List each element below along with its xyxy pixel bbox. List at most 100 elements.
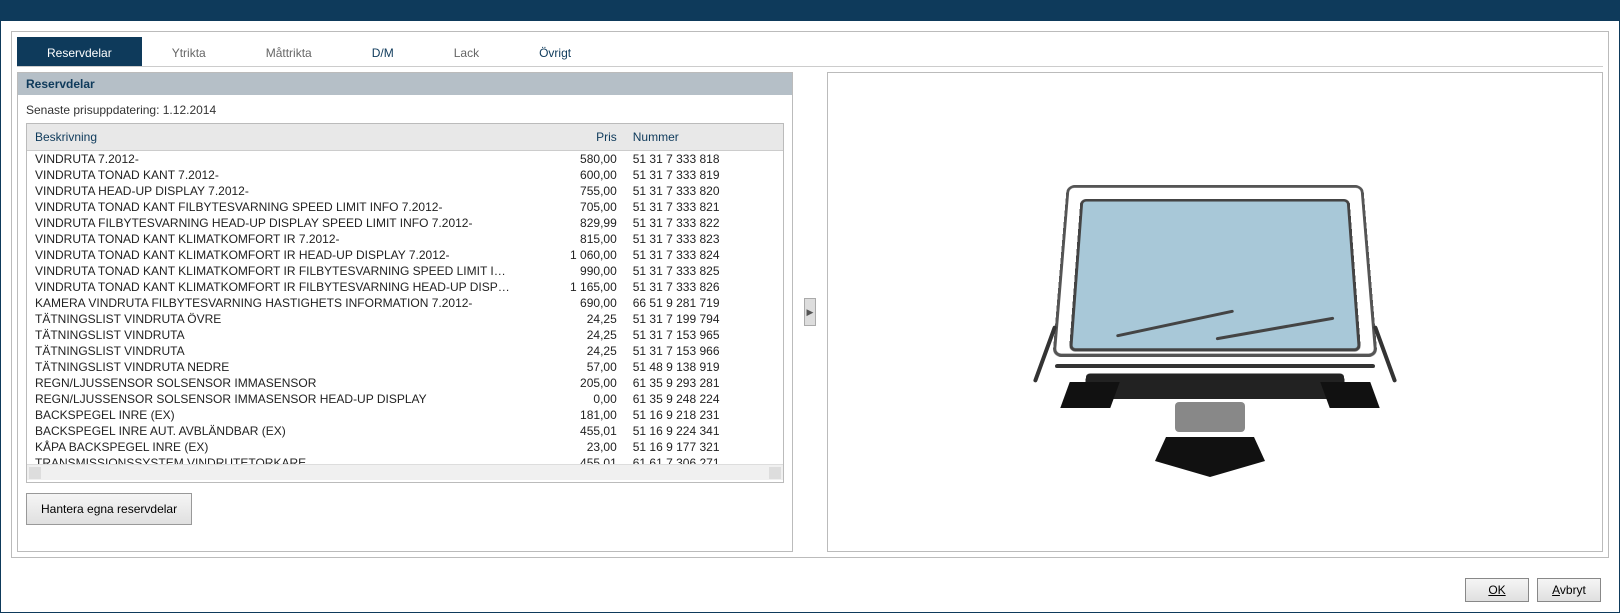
col-header-description[interactable]: Beskrivning (27, 124, 519, 151)
cell-number: 51 31 7 333 826 (625, 279, 783, 295)
table-row[interactable]: TÄTNINGSLIST VINDRUTA24,2551 31 7 153 96… (27, 343, 783, 359)
cell-price: 181,00 (519, 407, 624, 423)
ok-button[interactable]: OK (1465, 578, 1529, 602)
panel-body: Senaste prisuppdatering: 1.12.2014 Beskr… (18, 95, 792, 533)
tab-lack[interactable]: Lack (424, 37, 509, 66)
cell-price: 23,00 (519, 439, 624, 455)
cell-price: 755,00 (519, 183, 624, 199)
title-bar[interactable] (1, 1, 1619, 21)
cell-price: 705,00 (519, 199, 624, 215)
cell-price: 24,25 (519, 327, 624, 343)
cell-description: KÅPA BACKSPEGEL INRE (EX) (27, 439, 519, 455)
diagram-panel (827, 72, 1603, 552)
cell-number: 51 31 7 153 966 (625, 343, 783, 359)
cell-price: 455,01 (519, 455, 624, 464)
windshield-diagram (1005, 152, 1425, 472)
cell-description: KAMERA VINDRUTA FILBYTESVARNING HASTIGHE… (27, 295, 519, 311)
cell-description: REGN/LJUSSENSOR SOLSENSOR IMMASENSOR (27, 375, 519, 391)
cell-description: VINDRUTA TONAD KANT KLIMATKOMFORT IR FIL… (27, 263, 519, 279)
table-row[interactable]: VINDRUTA TONAD KANT 7.2012-600,0051 31 7… (27, 167, 783, 183)
table-row[interactable]: VINDRUTA TONAD KANT FILBYTESVARNING SPEE… (27, 199, 783, 215)
cell-description: TÄTNINGSLIST VINDRUTA (27, 343, 519, 359)
cell-description: VINDRUTA TONAD KANT KLIMATKOMFORT IR 7.2… (27, 231, 519, 247)
cell-number: 51 31 7 333 823 (625, 231, 783, 247)
price-update-label: Senaste prisuppdatering: 1.12.2014 (26, 103, 784, 117)
cell-price: 1 165,00 (519, 279, 624, 295)
cell-description: VINDRUTA TONAD KANT KLIMATKOMFORT IR FIL… (27, 279, 519, 295)
table-row[interactable]: TÄTNINGSLIST VINDRUTA24,2551 31 7 153 96… (27, 327, 783, 343)
cell-price: 600,00 (519, 167, 624, 183)
table-row[interactable]: KAMERA VINDRUTA FILBYTESVARNING HASTIGHE… (27, 295, 783, 311)
cell-description: BACKSPEGEL INRE (EX) (27, 407, 519, 423)
cell-price: 690,00 (519, 295, 624, 311)
cell-description: TRANSMISSIONSSYSTEM VINDRUTETORKARE (27, 455, 519, 464)
main-frame: ReservdelarYtriktaMåttriktaD/MLackÖvrigt… (11, 31, 1609, 558)
cell-number: 51 48 9 138 919 (625, 359, 783, 375)
manage-own-parts-button[interactable]: Hantera egna reservdelar (26, 493, 192, 525)
table-row[interactable]: TÄTNINGSLIST VINDRUTA ÖVRE24,2551 31 7 1… (27, 311, 783, 327)
cell-price: 815,00 (519, 231, 624, 247)
parts-table-scroll[interactable]: Beskrivning Pris Nummer VINDRUTA 7.2012-… (27, 124, 783, 464)
table-row[interactable]: TÄTNINGSLIST VINDRUTA NEDRE57,0051 48 9 … (27, 359, 783, 375)
cell-number: 66 51 9 281 719 (625, 295, 783, 311)
cell-price: 0,00 (519, 391, 624, 407)
cell-number: 51 31 7 333 820 (625, 183, 783, 199)
parts-table-wrap: Beskrivning Pris Nummer VINDRUTA 7.2012-… (26, 123, 784, 483)
cell-description: VINDRUTA FILBYTESVARNING HEAD-UP DISPLAY… (27, 215, 519, 231)
cell-description: TÄTNINGSLIST VINDRUTA (27, 327, 519, 343)
cell-description: REGN/LJUSSENSOR SOLSENSOR IMMASENSOR HEA… (27, 391, 519, 407)
cell-description: TÄTNINGSLIST VINDRUTA ÖVRE (27, 311, 519, 327)
cell-price: 580,00 (519, 151, 624, 168)
col-header-number[interactable]: Nummer (625, 124, 783, 151)
table-row[interactable]: VINDRUTA TONAD KANT KLIMATKOMFORT IR HEA… (27, 247, 783, 263)
cell-price: 205,00 (519, 375, 624, 391)
col-header-price[interactable]: Pris (519, 124, 624, 151)
cell-number: 51 31 7 333 824 (625, 247, 783, 263)
cell-number: 61 35 9 248 224 (625, 391, 783, 407)
cell-price: 24,25 (519, 311, 624, 327)
table-row[interactable]: VINDRUTA TONAD KANT KLIMATKOMFORT IR FIL… (27, 279, 783, 295)
cell-price: 990,00 (519, 263, 624, 279)
collapse-right-button[interactable]: ▶ (804, 298, 816, 326)
table-row[interactable]: KÅPA BACKSPEGEL INRE (EX)23,0051 16 9 17… (27, 439, 783, 455)
table-row[interactable]: VINDRUTA TONAD KANT KLIMATKOMFORT IR 7.2… (27, 231, 783, 247)
dialog-window: ReservdelarYtriktaMåttriktaD/MLackÖvrigt… (0, 0, 1620, 613)
cell-number: 51 16 9 224 341 (625, 423, 783, 439)
cell-number: 51 31 7 333 819 (625, 167, 783, 183)
tab-mttrikta[interactable]: Måttrikta (236, 37, 342, 66)
cell-description: BACKSPEGEL INRE AUT. AVBLÄNDBAR (EX) (27, 423, 519, 439)
tab-reservdelar[interactable]: Reservdelar (17, 37, 142, 66)
table-row[interactable]: VINDRUTA TONAD KANT KLIMATKOMFORT IR FIL… (27, 263, 783, 279)
cell-number: 51 31 7 199 794 (625, 311, 783, 327)
tab-ytrikta[interactable]: Ytrikta (142, 37, 236, 66)
parts-panel: Reservdelar Senaste prisuppdatering: 1.1… (17, 72, 793, 552)
cell-description: VINDRUTA TONAD KANT FILBYTESVARNING SPEE… (27, 199, 519, 215)
cell-number: 51 31 7 333 822 (625, 215, 783, 231)
cell-price: 455,01 (519, 423, 624, 439)
table-row[interactable]: BACKSPEGEL INRE AUT. AVBLÄNDBAR (EX)455,… (27, 423, 783, 439)
table-row[interactable]: TRANSMISSIONSSYSTEM VINDRUTETORKARE455,0… (27, 455, 783, 464)
cell-description: VINDRUTA 7.2012- (27, 151, 519, 168)
cell-number: 51 31 7 333 821 (625, 199, 783, 215)
table-row[interactable]: REGN/LJUSSENSOR SOLSENSOR IMMASENSOR HEA… (27, 391, 783, 407)
content-area: Reservdelar Senaste prisuppdatering: 1.1… (17, 72, 1603, 552)
cell-price: 57,00 (519, 359, 624, 375)
cell-number: 51 31 7 333 825 (625, 263, 783, 279)
table-row[interactable]: BACKSPEGEL INRE (EX)181,0051 16 9 218 23… (27, 407, 783, 423)
cell-number: 51 16 9 218 231 (625, 407, 783, 423)
splitter: ▶ (803, 72, 817, 552)
tab-dm[interactable]: D/M (342, 37, 424, 66)
cell-price: 24,25 (519, 343, 624, 359)
tab-vrigt[interactable]: Övrigt (509, 37, 601, 66)
table-row[interactable]: REGN/LJUSSENSOR SOLSENSOR IMMASENSOR205,… (27, 375, 783, 391)
cancel-button[interactable]: Avbryt (1537, 578, 1601, 602)
table-row[interactable]: VINDRUTA 7.2012-580,0051 31 7 333 818 (27, 151, 783, 168)
cell-number: 51 31 7 333 818 (625, 151, 783, 168)
horizontal-scrollbar[interactable] (27, 464, 783, 480)
parts-table: Beskrivning Pris Nummer VINDRUTA 7.2012-… (27, 124, 783, 464)
table-row[interactable]: VINDRUTA HEAD-UP DISPLAY 7.2012-755,0051… (27, 183, 783, 199)
cell-description: VINDRUTA TONAD KANT KLIMATKOMFORT IR HEA… (27, 247, 519, 263)
table-row[interactable]: VINDRUTA FILBYTESVARNING HEAD-UP DISPLAY… (27, 215, 783, 231)
cell-number: 51 16 9 177 321 (625, 439, 783, 455)
cell-price: 1 060,00 (519, 247, 624, 263)
